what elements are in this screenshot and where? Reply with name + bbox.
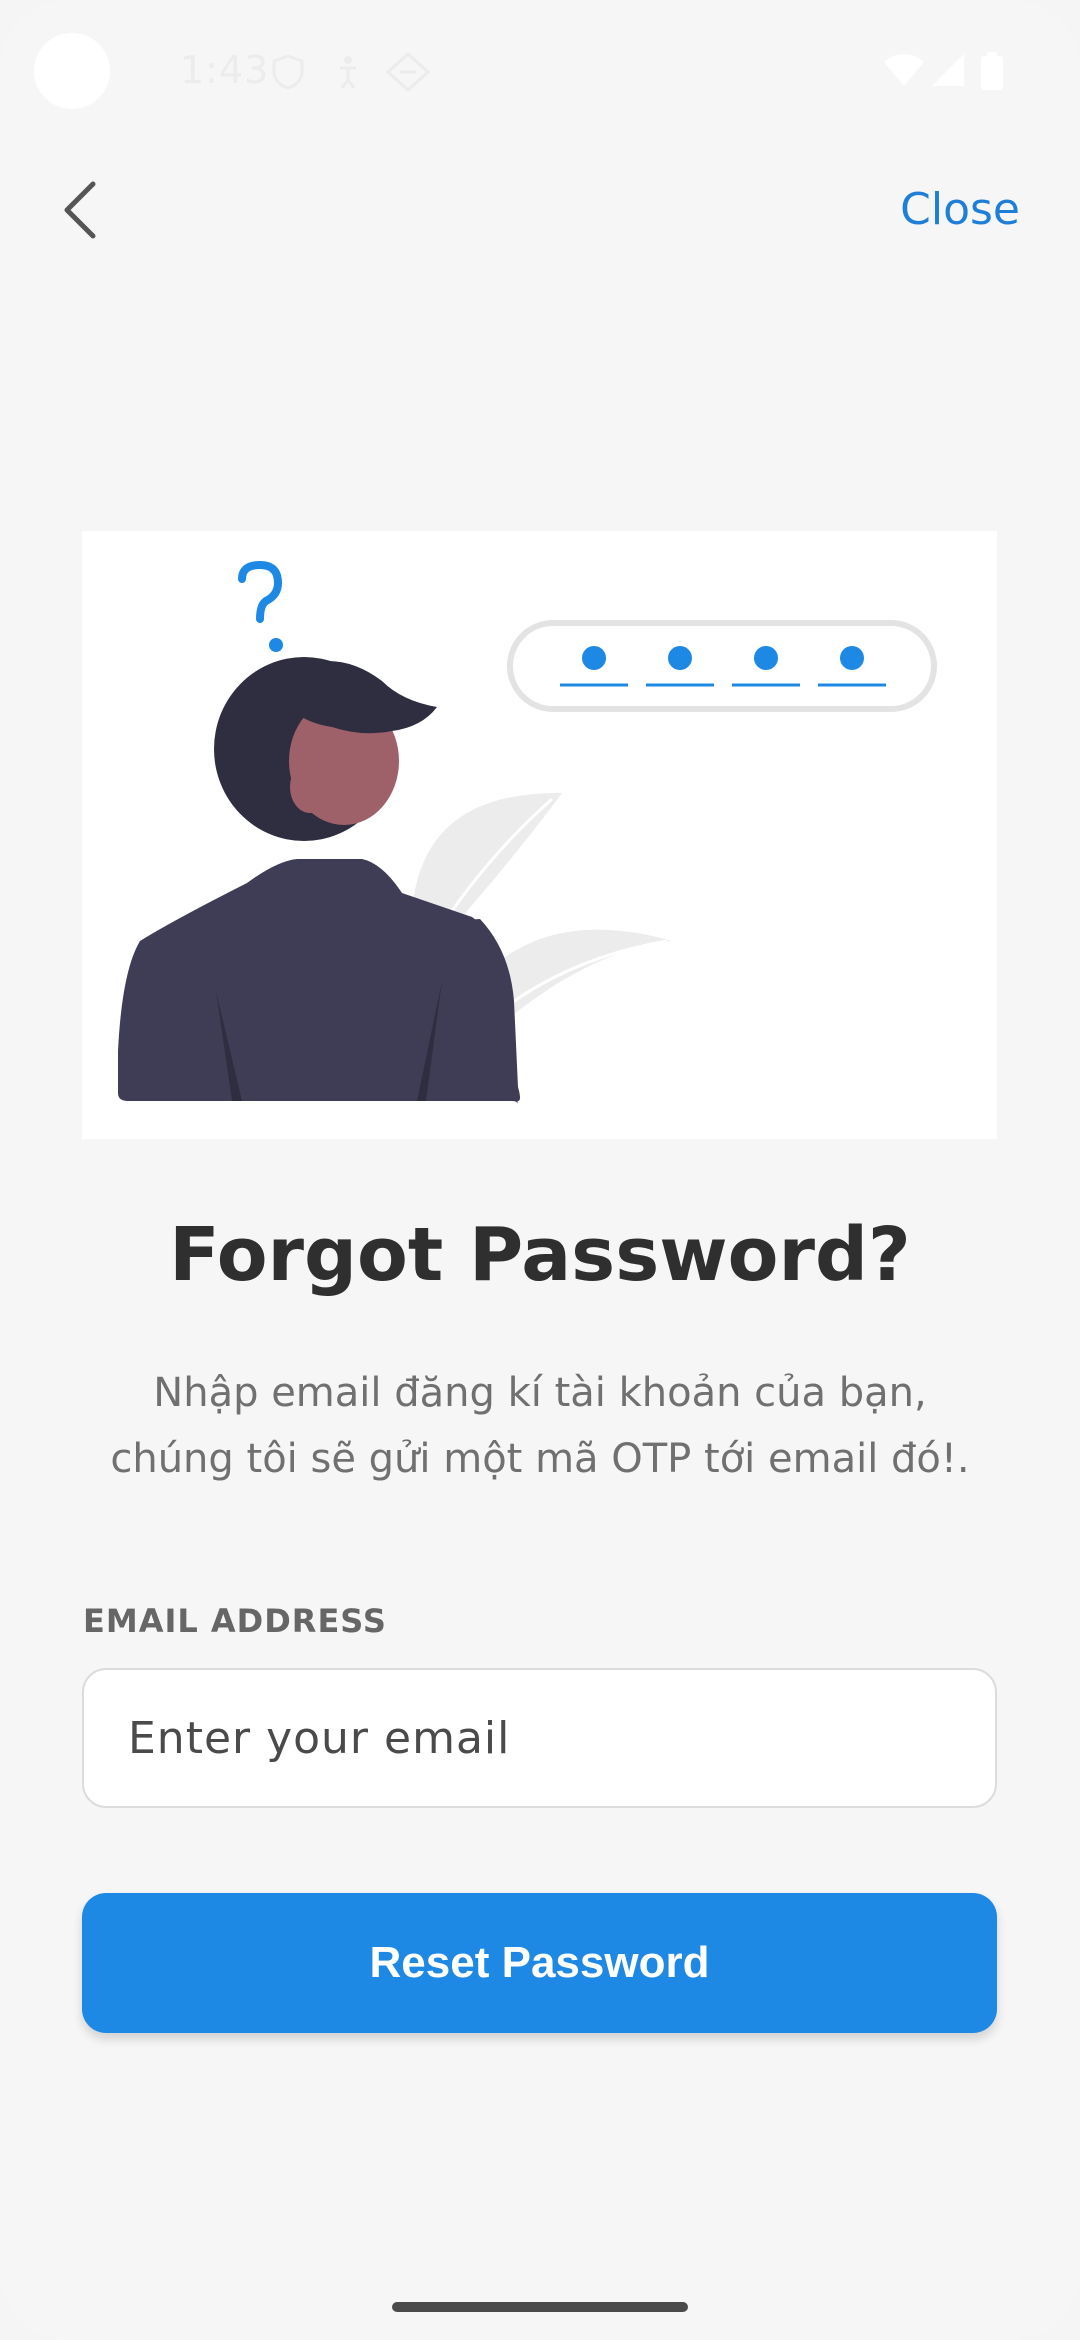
email-field[interactable] [82,1668,997,1808]
email-label: EMAIL ADDRESS [83,1602,387,1640]
back-button[interactable] [44,170,114,250]
wifi-icon [884,54,924,86]
forgot-password-screen: 1:43 Close Forgot Password? Nhập email đ… [0,0,1080,2340]
accessibility-icon [340,56,356,89]
close-button[interactable]: Close [900,184,1020,235]
person-otp-illustration [118,560,937,1105]
camera-cutout [34,33,110,109]
battery-icon [981,52,1003,90]
diamond-icon [386,52,430,92]
subtitle-line-1: Nhập email đăng kí tài khoản của bạn, [153,1370,927,1416]
shield-icon [272,54,304,90]
question-mark-graphic [238,560,283,652]
status-bar: 1:43 [0,0,1080,140]
signal-icon [932,54,964,86]
forgot-password-illustration [82,531,997,1139]
home-indicator[interactable] [392,2302,688,2312]
chevron-left-icon [64,181,96,239]
subtitle-line-2: chúng tôi sẽ gửi một mã OTP tới email đó… [110,1436,970,1482]
page-title: Forgot Password? [169,1212,911,1298]
otp-field-graphic [507,620,937,712]
reset-password-button[interactable]: Reset Password [82,1893,997,2033]
status-time: 1:43 [180,48,270,92]
page-subtitle: Nhập email đăng kí tài khoản của bạn, ch… [80,1360,1000,1492]
